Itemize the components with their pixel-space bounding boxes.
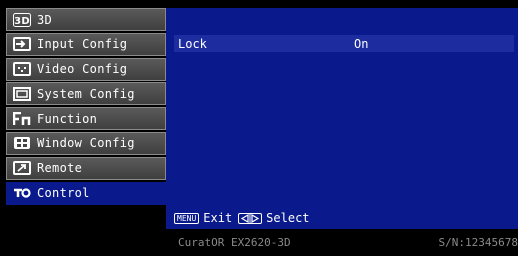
exit-hint: Exit <box>203 211 233 225</box>
setting-row-lock[interactable]: Lock On <box>174 35 514 52</box>
control-icon <box>13 186 31 200</box>
sidebar-item-input-config[interactable]: Input Config <box>6 32 166 56</box>
sidebar-item-remote[interactable]: Remote <box>6 156 166 180</box>
sidebar-menu: 3D 3D Input Config Video Config System C… <box>6 8 166 206</box>
osd-screen: 3D 3D Input Config Video Config System C… <box>0 0 518 256</box>
sidebar-item-video-config[interactable]: Video Config <box>6 57 166 81</box>
left-right-keys-icon <box>238 212 263 224</box>
select-hint: Select <box>266 211 310 225</box>
sidebar-item-system-config[interactable]: System Config <box>6 82 166 106</box>
sidebar-item-control[interactable]: Control <box>6 181 166 205</box>
help-bar: MENU Exit Select <box>174 211 310 225</box>
window-icon <box>13 136 31 150</box>
svg-text:3D: 3D <box>14 16 30 27</box>
sidebar-item-label: 3D <box>37 12 53 27</box>
remote-icon <box>13 161 31 176</box>
menu-key-icon: MENU <box>174 212 200 224</box>
sidebar-item-label: Video Config <box>37 62 128 77</box>
status-footer: CuratOR EX2620-3D S/N:12345678 <box>0 232 518 256</box>
function-icon <box>13 111 31 126</box>
3d-icon: 3D <box>13 12 31 27</box>
sidebar-item-label: Remote <box>37 161 83 176</box>
sidebar-item-label: System Config <box>37 86 135 101</box>
sidebar-item-window-config[interactable]: Window Config <box>6 131 166 155</box>
settings-panel: Lock On MENU Exit Select <box>166 8 518 229</box>
sidebar-item-label: Function <box>37 111 98 126</box>
sidebar-item-function[interactable]: Function <box>6 107 166 131</box>
model-name: CuratOR EX2620-3D <box>178 236 291 249</box>
setting-value[interactable]: On <box>354 37 368 51</box>
serial-number: S/N:12345678 <box>438 236 518 249</box>
sidebar-item-label: Input Config <box>37 37 128 52</box>
video-icon <box>13 62 31 77</box>
sidebar-item-label: Control <box>37 186 90 201</box>
system-icon <box>13 86 31 101</box>
input-icon <box>13 37 31 52</box>
setting-name: Lock <box>178 36 207 51</box>
sidebar-item-3d[interactable]: 3D 3D <box>6 8 166 31</box>
sidebar-item-label: Window Config <box>37 136 135 151</box>
